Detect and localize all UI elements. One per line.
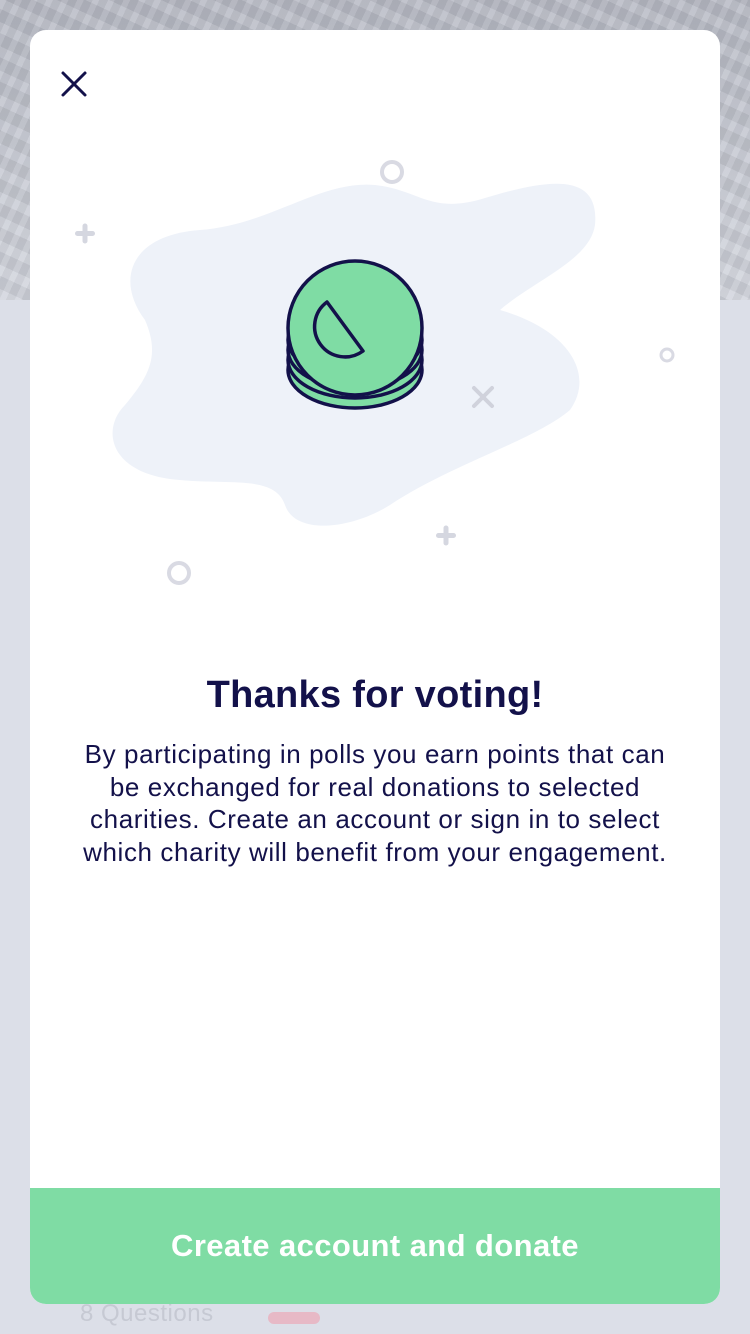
decor-plus-left xyxy=(75,223,95,244)
background-questions-count: 8 Questions xyxy=(80,1300,214,1327)
coin-stack-illustration xyxy=(75,160,675,585)
decor-circle-bottom xyxy=(167,561,191,585)
coin-stack-icon xyxy=(286,259,424,410)
create-account-donate-button[interactable]: Create account and donate xyxy=(30,1188,720,1304)
modal-description: By participating in polls you earn point… xyxy=(83,739,667,867)
decor-circle-right xyxy=(659,347,675,363)
decor-circle-top xyxy=(380,160,404,184)
thanks-modal: Thanks for voting! By participating in p… xyxy=(30,30,720,1304)
decor-plus-bottom xyxy=(436,525,456,546)
background-progress-pill xyxy=(268,1312,320,1324)
modal-title: Thanks for voting! xyxy=(206,674,544,716)
